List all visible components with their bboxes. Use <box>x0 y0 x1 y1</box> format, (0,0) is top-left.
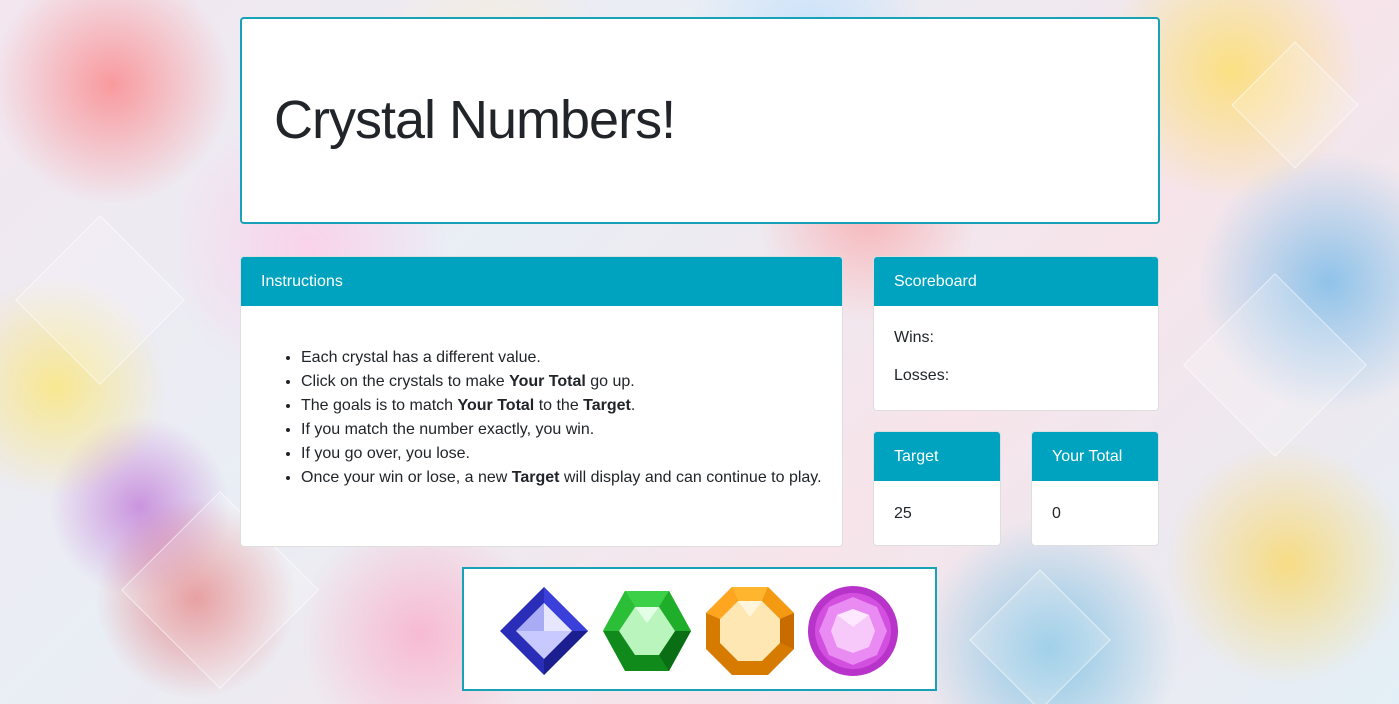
wins-label: Wins: <box>894 329 934 346</box>
instruction-item: Once your win or lose, a new Target will… <box>301 466 822 490</box>
instruction-bold-term: Your Total <box>457 397 535 414</box>
instructions-header: Instructions <box>241 257 842 306</box>
pink-round-icon <box>808 586 898 676</box>
page-title: Crystal Numbers! <box>274 90 676 150</box>
instructions-card: Instructions Each crystal has a differen… <box>240 256 843 547</box>
instruction-text: The goals is to match <box>301 397 458 414</box>
title-jumbotron: Crystal Numbers! <box>240 17 1160 224</box>
instruction-text: will display and can continue to play. <box>559 469 822 486</box>
scoreboard-header: Scoreboard <box>874 257 1158 306</box>
blue-diamond-crystal[interactable] <box>496 583 592 679</box>
orange-octagon-crystal[interactable] <box>702 583 798 679</box>
instruction-item: If you match the number exactly, you win… <box>301 418 822 442</box>
instruction-text: Once your win or lose, a new <box>301 469 512 486</box>
pink-round-crystal[interactable] <box>805 583 901 679</box>
blue-diamond-icon <box>500 587 588 675</box>
instruction-item: If you go over, you lose. <box>301 442 822 466</box>
green-hexagon-crystal[interactable] <box>599 583 695 679</box>
your-total-card: Your Total 0 <box>1031 431 1159 546</box>
crystals-panel <box>462 567 937 691</box>
instruction-text: Click on the crystals to make <box>301 373 510 390</box>
instruction-bold-term: Target <box>583 397 631 414</box>
instruction-item: Click on the crystals to make Your Total… <box>301 370 822 394</box>
your-total-value: 0 <box>1052 505 1061 522</box>
instruction-bold-term: Target <box>511 469 560 486</box>
instruction-text: If you match the number exactly, you win… <box>301 421 595 438</box>
orange-octagon-icon <box>706 587 794 675</box>
instruction-item: The goals is to match Your Total to the … <box>301 394 822 418</box>
your-total-header: Your Total <box>1032 432 1158 481</box>
instruction-item: Each crystal has a different value. <box>301 346 822 370</box>
instruction-bold-term: Your Total <box>509 373 586 390</box>
target-header: Target <box>874 432 1000 481</box>
instruction-text: go up. <box>585 373 635 390</box>
scoreboard-card: Scoreboard Wins: Losses: <box>873 256 1159 411</box>
target-value: 25 <box>894 505 912 522</box>
instruction-text: If you go over, you lose. <box>301 445 470 462</box>
green-hexagon-icon <box>603 591 691 671</box>
instruction-text: Each crystal has a different value. <box>301 349 541 366</box>
instructions-list: Each crystal has a different value. Click… <box>301 346 822 490</box>
losses-label: Losses: <box>894 367 950 384</box>
instruction-text: . <box>630 397 636 414</box>
instruction-text: to the <box>534 397 584 414</box>
target-card: Target 25 <box>873 431 1001 546</box>
